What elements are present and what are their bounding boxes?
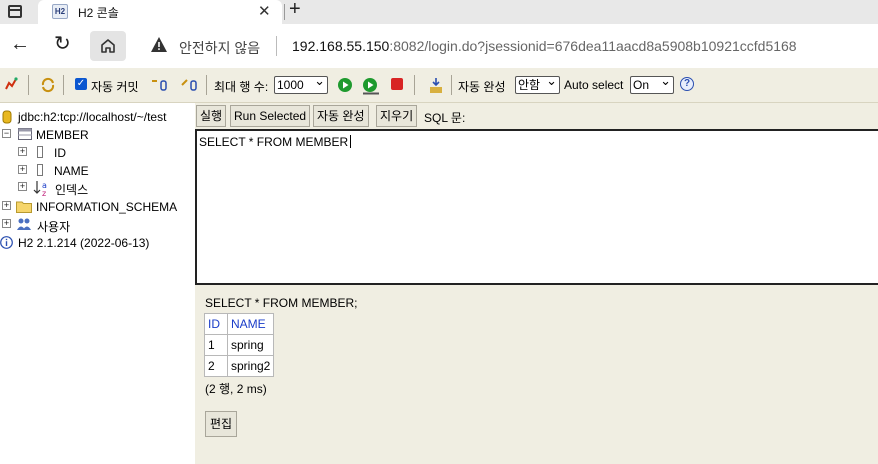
h2-toolbar: ✓ 자동 커밋 최대 행 수: 1000 자동 완성 안함 Auto selec… [0,68,878,103]
run-icon[interactable] [337,77,353,93]
browser-tab-strip: H2 H2 콘솔 ✕ + [0,0,878,24]
toolbar-separator [451,75,452,95]
autocomplete-value: 안함 [518,78,541,92]
autoselect-value: On [633,78,650,92]
expand-icon[interactable]: + [2,201,11,210]
sql-editor-text: SELECT * FROM MEMBER [199,135,349,149]
stop-icon[interactable] [390,77,404,91]
table-cell: 2 [204,355,228,377]
run-selected-button[interactable]: Run Selected [230,105,311,127]
autoselect-label: Auto select [564,78,624,92]
toolbar-separator [414,75,415,95]
h2-favicon-icon: H2 [52,4,68,19]
index-icon: a z [33,181,47,197]
autocomplete-select[interactable]: 안함 [515,73,560,94]
table-cell: 1 [204,334,228,356]
expand-icon[interactable]: + [18,182,27,191]
reload-icon[interactable]: ↻ [54,33,71,55]
database-icon [2,110,12,124]
toolbar-separator [63,75,64,95]
max-rows-label: 최대 행 수: [214,80,269,94]
folder-icon [16,201,32,213]
autocomplete-label: 자동 완성 [458,80,506,94]
column-header[interactable]: NAME [226,313,275,335]
back-icon[interactable]: ← [10,33,30,55]
run-selected-icon[interactable] [362,77,380,95]
help-icon[interactable]: ? [680,77,694,91]
table-label: MEMBER [36,128,89,142]
edit-button[interactable]: 편집 [205,411,237,437]
info-icon [0,236,13,249]
autocommit-label: 자동 커밋 [91,80,139,94]
toolbar-separator [206,75,207,95]
browser-tab[interactable]: H2 H2 콘솔 ✕ [38,0,282,24]
version-label: H2 2.1.214 (2022-06-13) [18,236,150,250]
table-icon [18,128,32,140]
expand-icon[interactable]: + [18,147,27,156]
sql-statement-label: SQL 문: [424,111,466,125]
column-label: ID [54,146,66,160]
users-label: 사용자 [37,220,71,234]
result-sql: SELECT * FROM MEMBER; [205,296,358,310]
information-schema-label: INFORMATION_SCHEMA [36,200,178,214]
url-input[interactable]: 192.168.55.150:8082/login.do?jsessionid=… [292,38,797,54]
column-icon [37,146,43,158]
toolbar-separator [28,75,29,95]
indexes-label: 인덱스 [55,183,89,197]
expand-icon[interactable]: + [2,219,11,228]
column-icon [37,164,43,176]
autocomplete-button[interactable]: 자동 완성 [313,105,369,127]
row-count: (2 행, 2 ms) [205,382,267,396]
tab-separator [284,4,285,20]
home-button[interactable] [90,31,126,61]
url-host: 192.168.55.150 [292,38,390,54]
sql-editor[interactable]: SELECT * FROM MEMBER [195,129,878,285]
disconnect-icon[interactable] [4,77,18,91]
tab-title: H2 콘솔 [78,6,119,20]
table-header-row: ID NAME [204,313,275,335]
connection-label: jdbc:h2:tcp://localhost/~/test [18,110,167,124]
warning-icon[interactable] [150,36,168,53]
table-cell: spring [226,334,275,356]
home-icon [101,39,115,53]
max-rows-select[interactable]: 1000 [274,73,328,94]
svg-text:z: z [42,189,46,197]
table-row: 2 spring2 [204,355,275,377]
max-rows-value: 1000 [277,78,304,92]
run-button[interactable]: 실행 [196,105,227,127]
clear-button[interactable]: 지우기 [376,105,418,127]
browser-navbar: ← ↻ 안전하지 않음 192.168.55.150:8082/login.do… [0,24,878,68]
expand-icon[interactable]: + [18,165,27,174]
users-icon [17,218,31,230]
text-caret [350,135,352,148]
column-label: NAME [54,164,89,178]
table-cell: spring2 [226,355,275,377]
refresh-icon[interactable] [40,77,56,93]
history-icon[interactable] [428,77,444,95]
column-header[interactable]: ID [204,313,228,335]
url-separator [276,36,277,56]
commit-icon[interactable] [180,77,198,93]
tab-close-icon[interactable]: ✕ [258,2,271,20]
query-panel: 실행 Run Selected 자동 완성 지우기 SQL 문: SELECT … [195,103,878,464]
autocommit-checkbox[interactable]: ✓ [75,78,87,90]
rollback-icon[interactable] [150,77,168,93]
table-row: 1 spring [204,334,275,356]
insecure-label[interactable]: 안전하지 않음 [179,38,260,58]
collapse-icon[interactable]: − [2,129,11,138]
schema-tree: jdbc:h2:tcp://localhost/~/test − MEMBER … [0,103,195,464]
autoselect-select[interactable]: On [630,73,674,94]
new-tab-icon[interactable]: + [289,0,301,21]
url-path: :8082/login.do?jsessionid=676dea11aacd8a… [389,38,797,54]
tab-actions-icon[interactable] [8,5,22,18]
result-table: ID NAME 1 spring 2 spring2 [204,313,275,377]
